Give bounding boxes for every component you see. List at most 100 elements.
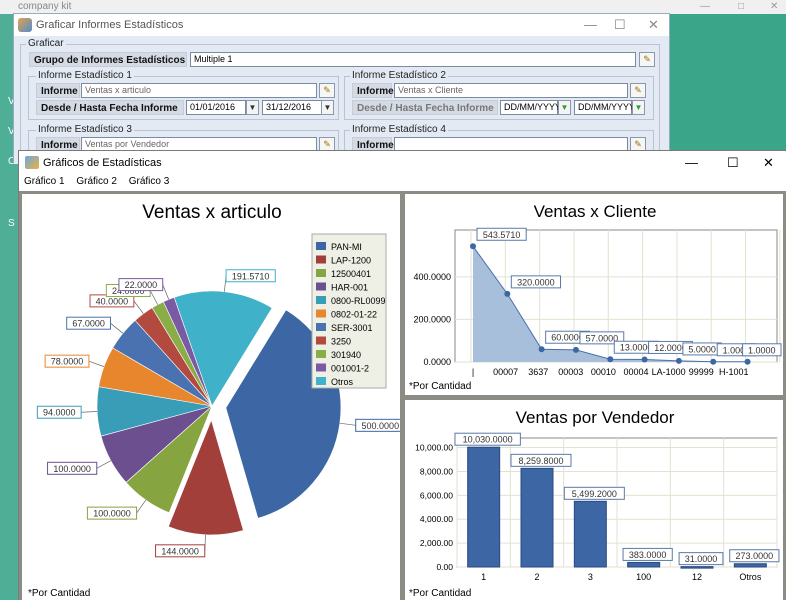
area-value-label: 60.0000	[551, 333, 584, 343]
informe-2-hasta-input[interactable]: DD/MM/YYYY	[574, 100, 635, 115]
pie-legend-swatch	[316, 296, 326, 304]
pie-legend-swatch	[316, 269, 326, 277]
informe-2-edit-button[interactable]: ✎	[630, 83, 646, 98]
background-titlebar: company kit — □ ✕	[0, 0, 786, 14]
pie-chart: Ventas x articulo 500.0000 144.0000 100.000…	[36, 202, 400, 558]
maximize-icon[interactable]: ☐	[614, 14, 626, 36]
pie-value-label: 500.0000	[362, 421, 400, 431]
informe-1-title: Informe Estadístico 1	[36, 70, 134, 81]
bar-chart: Ventas por Vendedor 0.00 2,000.00 4,000.00 6…	[415, 408, 780, 582]
area-xtick-label: 99999	[689, 367, 714, 377]
pie-legend-label: 001001-2	[331, 364, 369, 374]
close-icon[interactable]: ✕	[763, 151, 774, 175]
minimize-icon[interactable]: —	[584, 14, 597, 36]
maximize-icon[interactable]: □	[738, 0, 744, 14]
chart-app-icon	[25, 156, 39, 169]
pie-legend-swatch	[316, 309, 326, 318]
graficar-body: Graficar Grupo de Informes Estadísticos …	[14, 36, 669, 164]
charts-menubar: Gráfico 1 Gráfico 2 Gráfico 3	[19, 175, 786, 191]
bar-ytick-label: 2,000.00	[420, 538, 453, 548]
area-chart: Ventas x Cliente 0.0000 200.0000 400.0000 54…	[413, 202, 782, 377]
pie-value-label: 100.0000	[93, 509, 131, 519]
grupo-input[interactable]: Multiple 1	[190, 52, 636, 67]
pie-legend-label: Otros	[331, 377, 354, 387]
pie-chart-title: Ventas x articulo	[142, 202, 281, 223]
pie-chart-footnote: *Por Cantidad	[28, 588, 91, 599]
pie-value-label: 40.0000	[96, 296, 129, 306]
bar-value-label: 31.0000	[685, 554, 718, 564]
informe-2-desde-input[interactable]: DD/MM/YYYY	[500, 100, 561, 115]
area-point	[744, 358, 751, 365]
menu-grafico-2[interactable]: Gráfico 2	[76, 176, 117, 187]
informe-1-desde-dropdown[interactable]: ▼	[246, 100, 259, 115]
bar-ytick-label: 4,000.00	[420, 514, 453, 524]
bar-xtick-label: 100	[636, 572, 651, 582]
area-xtick-label: |	[472, 367, 474, 377]
area-point	[470, 243, 476, 250]
informe-2-title: Informe Estadístico 2	[350, 70, 448, 81]
bar	[573, 500, 607, 568]
area-point	[710, 358, 717, 365]
pie-legend-swatch	[316, 363, 326, 372]
pie-legend-label: 0800-RL0099	[331, 296, 386, 306]
bar	[733, 563, 767, 568]
informe-1-hasta-input[interactable]: 31/12/2016	[262, 100, 322, 115]
informe-2-desde-dropdown[interactable]: ▼	[558, 100, 571, 115]
bar-chart-panel: Ventas por Vendedor 0.00 2,000.00 4,000.00 6…	[405, 400, 783, 600]
pie-leader-line	[339, 422, 356, 426]
informe-1-hasta-dropdown[interactable]: ▼	[321, 100, 334, 115]
bar-ytick-label: 10,000.00	[415, 443, 453, 453]
pie-leader-line	[149, 290, 159, 305]
minimize-icon[interactable]: —	[700, 0, 710, 14]
charts-window: Gráficos de Estadísticas — ☐ ✕ Gráfico 1…	[18, 150, 786, 600]
informe-2-input[interactable]: Ventas x Cliente	[394, 83, 628, 98]
pie-value-label: 191.5710	[232, 271, 270, 281]
area-xtick-label: H-1001	[719, 367, 749, 377]
pie-value-label: 22.0000	[125, 280, 158, 290]
area-value-label: 320.0000	[517, 277, 555, 287]
pie-leader-line	[136, 499, 147, 514]
area-xtick-label: 00003	[558, 367, 583, 377]
pie-legend-swatch	[316, 242, 326, 250]
close-icon[interactable]: ✕	[648, 14, 659, 36]
informe-2-label: Informe	[352, 83, 394, 98]
charts-window-title: Gráficos de Estadísticas	[43, 157, 162, 169]
area-point	[572, 346, 579, 353]
minimize-icon[interactable]: —	[685, 151, 698, 175]
sidebar-item[interactable]: S	[8, 218, 15, 229]
pie-legend-label: HAR-001	[331, 283, 368, 293]
informe-4-title: Informe Estadístico 4	[350, 124, 448, 135]
area-chart-footnote: *Por Cantidad	[409, 381, 472, 392]
area-value-label: 13.0000	[620, 343, 653, 353]
pie-legend-swatch	[316, 323, 326, 331]
area-value-label: 12.0000	[654, 343, 687, 353]
area-value-label: 57.0000	[586, 333, 619, 343]
bar-value-label: 8,259.8000	[518, 456, 563, 466]
informe-1-edit-button[interactable]: ✎	[319, 83, 335, 98]
pie-value-label: 100.0000	[53, 464, 91, 474]
menu-grafico-3[interactable]: Gráfico 3	[129, 176, 170, 187]
graficar-window-title: Graficar Informes Estadísticos	[36, 19, 184, 31]
pie-value-label: 67.0000	[72, 319, 105, 329]
informe-1-desde-input[interactable]: 01/01/2016	[186, 100, 246, 115]
background-app-title: company kit	[18, 1, 72, 12]
area-ytick-label: 0.0000	[423, 357, 451, 367]
menu-grafico-1[interactable]: Gráfico 1	[24, 176, 65, 187]
informe-2-hasta-dropdown[interactable]: ▼	[632, 100, 645, 115]
maximize-icon[interactable]: ☐	[727, 151, 739, 175]
close-icon[interactable]: ✕	[770, 0, 778, 14]
bar-value-label: 273.0000	[736, 551, 774, 561]
informe-1-fecha-label: Desde / Hasta Fecha Informe	[36, 100, 184, 115]
pie-leader-line	[88, 360, 105, 367]
grupo-edit-button[interactable]: ✎	[639, 52, 655, 67]
area-chart-panel: Ventas x Cliente 0.0000 200.0000 400.0000 54…	[405, 194, 783, 395]
pie-legend-label: LAP-1200	[331, 256, 371, 266]
pie-legend-swatch	[316, 255, 326, 264]
informe-1-input[interactable]: Ventas x articulo	[81, 83, 317, 98]
area-xtick-label: LA-1000	[652, 367, 686, 377]
area-point	[675, 357, 682, 364]
pie-legend-swatch	[316, 377, 326, 385]
area-xtick-label: 00004	[623, 367, 648, 377]
informe-2-fecha-label: Desde / Hasta Fecha Informe	[352, 100, 498, 115]
grupo-label: Grupo de Informes Estadísticos	[29, 52, 187, 67]
